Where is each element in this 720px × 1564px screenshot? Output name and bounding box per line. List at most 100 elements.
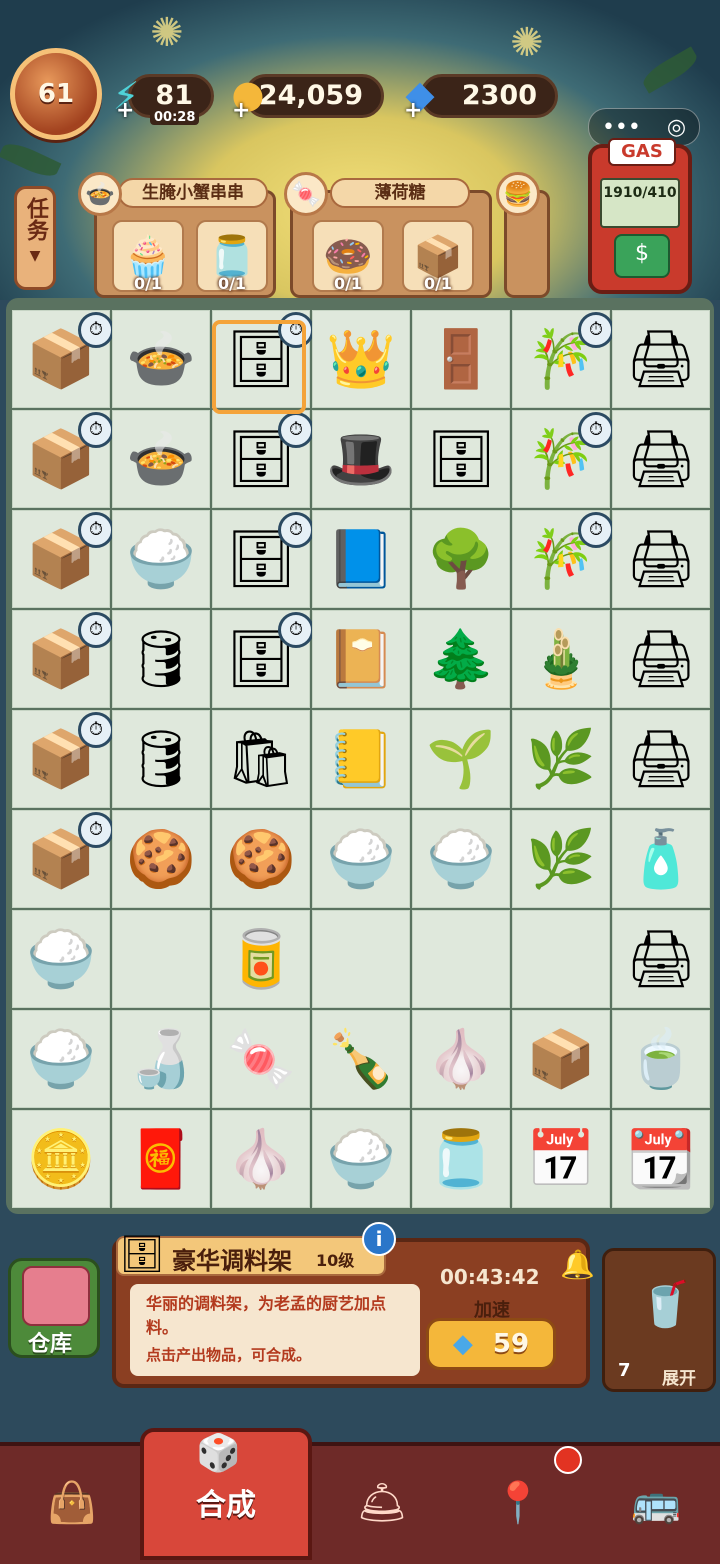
board-item-cabinet-blue[interactable]: 🗄 xyxy=(412,410,510,508)
board-item-barrel-tap[interactable]: 🛢 xyxy=(112,610,210,708)
board-item-rice-pile[interactable]: 🍚 xyxy=(12,910,110,1008)
info-icon[interactable]: i xyxy=(362,1222,396,1256)
gas-label: GAS xyxy=(608,138,676,166)
firework-decoration: ✺ xyxy=(150,10,184,56)
board-item-garlic-blue[interactable]: 🧄 xyxy=(212,1110,310,1208)
timer-clock-icon: ⏱ xyxy=(78,712,114,748)
item-name: 豪华调料架 xyxy=(172,1247,292,1275)
board-item-red-pouch[interactable]: 🧧 xyxy=(112,1110,210,1208)
order-slot-count: 0/1 xyxy=(333,274,363,293)
board-item-hot-sauce[interactable]: 🍾 xyxy=(312,1010,410,1108)
close-miniapp-icon[interactable]: ◎ xyxy=(667,115,686,140)
board-item-ink-tanks[interactable]: 🖨 xyxy=(612,910,710,1008)
nav-service[interactable]: 🛎 xyxy=(332,1462,432,1542)
level-value: 61 xyxy=(37,79,75,109)
board-item-tree-big[interactable]: 🌳 xyxy=(412,510,510,608)
board-item-calendar-13[interactable]: 📅 xyxy=(512,1110,610,1208)
expand-label: 展开 xyxy=(662,1369,696,1389)
board-item-chef-hat-white[interactable]: 🎩 xyxy=(312,410,410,508)
expand-count: 7 xyxy=(618,1360,631,1381)
board-item-notepad[interactable]: 📒 xyxy=(312,710,410,808)
gas-reading: 1910/410 xyxy=(600,178,680,228)
board-item-bamboo-sprout[interactable]: 🌿 xyxy=(512,810,610,908)
speedup-button[interactable]: ◆ 59 xyxy=(426,1318,556,1370)
merge-board: 📦 ⏱ 🍲 🗄 ⏱ 👑 🚪 🎋 ⏱ 🖨 📦 ⏱ 🍲 🗄 ⏱ 🎩 🗄 🎋 ⏱ 🖨 📦 ⏱ 🍚 🗄 ⏱ 📘 🌳 🎋 ⏱ 🖨 📦 ⏱ 🛢 🗄 ⏱ 📔 🌲 🎍 🖨 📦… xyxy=(6,298,714,1214)
board-item-red-wrapper[interactable]: 🍬 xyxy=(212,1010,310,1108)
tasks-label: 任务 xyxy=(23,197,48,241)
selection-frame xyxy=(212,320,306,414)
board-item-ink-bottle[interactable]: 🧴 xyxy=(612,810,710,908)
order-dish-icon: 🍲 xyxy=(78,172,122,216)
board-item-bamboo-shoot[interactable]: 🎍 xyxy=(512,610,610,708)
board-item-paper-bag[interactable]: 🛍 xyxy=(212,710,310,808)
map-pin-icon: 📍 xyxy=(493,1479,543,1526)
item-description-box: 华丽的调料架，为老孟的厨艺加点料。 点击产出物品，可合成。 xyxy=(130,1284,420,1376)
board-cell-empty[interactable] xyxy=(112,910,210,1008)
timer-clock-icon: ⏱ xyxy=(278,612,314,648)
board-item-tea-plate[interactable]: 🍪 xyxy=(112,810,210,908)
board-item-soy-bottle[interactable]: 🍶 xyxy=(112,1010,210,1108)
board-cell-empty[interactable] xyxy=(512,910,610,1008)
level-badge[interactable]: 61 xyxy=(10,48,102,140)
timer-clock-icon: ⏱ xyxy=(578,412,614,448)
board-item-notebook-dino[interactable]: 📘 xyxy=(312,510,410,608)
board-item-chili-jar[interactable]: 🫙 xyxy=(412,1110,510,1208)
board-item-bonsai-small[interactable]: 🌱 xyxy=(412,710,510,808)
board-item-rice-cooker[interactable]: 🍚 xyxy=(112,510,210,608)
board-item-rice-pile[interactable]: 🍚 xyxy=(12,1010,110,1108)
gem-icon: ◆ xyxy=(452,1329,473,1359)
board-item-notebook-sun[interactable]: 📔 xyxy=(312,610,410,708)
nav-shop[interactable]: 👜 xyxy=(22,1462,122,1542)
nav-bus[interactable]: 🚌 xyxy=(606,1462,706,1542)
board-item-printer-small[interactable]: 🖨 xyxy=(612,610,710,708)
board-item-rice-pile[interactable]: 🍚 xyxy=(312,1110,410,1208)
board-item-printer-big[interactable]: 🖨 xyxy=(612,310,710,408)
board-item-hotpot-steam[interactable]: 🍲 xyxy=(112,410,210,508)
nav-map[interactable]: 📍 xyxy=(468,1462,568,1542)
timer-clock-icon: ⏱ xyxy=(78,512,114,548)
board-cell-empty[interactable] xyxy=(312,910,410,1008)
board-item-bonsai[interactable]: 🌲 xyxy=(412,610,510,708)
timer-clock-icon: ⏱ xyxy=(278,512,314,548)
board-item-ketchup[interactable]: 🥫 xyxy=(212,910,310,1008)
order-title: 薄荷糖 xyxy=(330,178,470,208)
board-item-barrel[interactable]: 🛢 xyxy=(112,710,210,808)
board-cell-empty[interactable] xyxy=(412,910,510,1008)
speedup-cost: 59 xyxy=(492,1329,530,1359)
board-item-blue-coin-box[interactable]: 🪙 xyxy=(12,1110,110,1208)
order-title: 生腌小蟹串串 xyxy=(118,178,268,208)
item-hint: 点击产出物品，可合成。 xyxy=(146,1346,312,1364)
board-item-chef-hat-gold[interactable]: 👑 xyxy=(312,310,410,408)
energy-timer: 00:28 xyxy=(150,110,200,125)
order-slot-count: 0/1 xyxy=(423,274,453,293)
add-gems-icon[interactable]: + xyxy=(404,98,422,123)
board-item-garlic-bag[interactable]: 🧄 xyxy=(412,1010,510,1108)
add-energy-icon[interactable]: + xyxy=(116,98,134,123)
order-slot-count: 0/1 xyxy=(217,274,247,293)
gas-cash-icon[interactable]: $ xyxy=(614,234,670,278)
board-item-printer-mid[interactable]: 🖨 xyxy=(612,510,710,608)
board-item-paper-box[interactable]: 📦 xyxy=(512,1010,610,1108)
board-item-tea-leaves-plate[interactable]: 🍵 xyxy=(612,1010,710,1108)
timer-clock-icon: ⏱ xyxy=(578,512,614,548)
bell-icon[interactable]: 🔔 xyxy=(560,1248,595,1281)
energy-value: 81 xyxy=(155,80,193,111)
production-timer: 00:43:42 xyxy=(440,1265,540,1289)
board-item-printer-big[interactable]: 🖨 xyxy=(612,410,710,508)
board-item-coins-pile[interactable]: 🍪 xyxy=(212,810,310,908)
board-item-calendar-6[interactable]: 📆 xyxy=(612,1110,710,1208)
coins-value: 24,059 xyxy=(258,80,363,111)
board-item-hotpot-pot[interactable]: 🍲 xyxy=(112,310,210,408)
board-item-rice-pile[interactable]: 🍚 xyxy=(312,810,410,908)
order-dish-icon: 🍔 xyxy=(496,172,540,216)
tasks-tab[interactable]: 任务 ▼ xyxy=(14,186,56,290)
timer-clock-icon: ⏱ xyxy=(78,412,114,448)
more-icon[interactable]: ••• xyxy=(602,115,641,140)
timer-clock-icon: ⏱ xyxy=(78,812,114,848)
board-item-printer-mini[interactable]: 🖨 xyxy=(612,710,710,808)
board-item-rice-pile[interactable]: 🍚 xyxy=(412,810,510,908)
firework-decoration: ✺ xyxy=(510,20,544,66)
board-item-locker[interactable]: 🚪 xyxy=(412,310,510,408)
add-coins-icon[interactable]: + xyxy=(232,98,250,123)
board-item-bamboo-leaves[interactable]: 🌿 xyxy=(512,710,610,808)
